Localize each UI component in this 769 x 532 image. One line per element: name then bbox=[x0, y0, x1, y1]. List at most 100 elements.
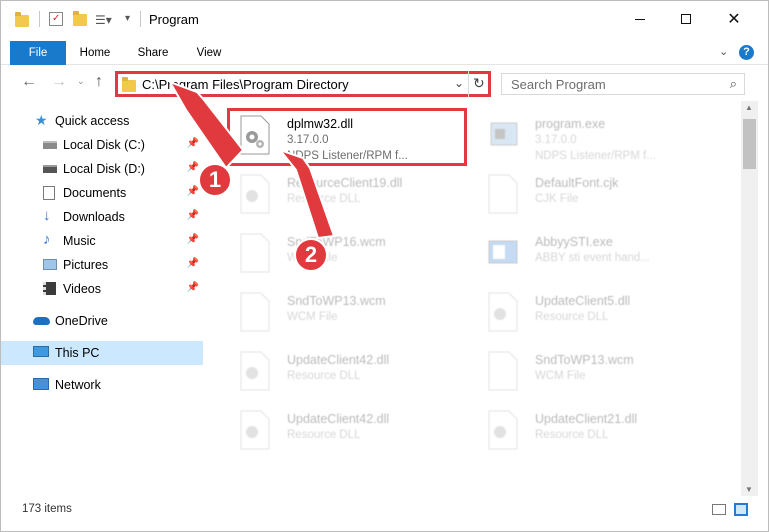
drive-icon bbox=[43, 141, 57, 149]
file-description: ABBY sti event hand... bbox=[535, 252, 650, 264]
download-icon: ↓ bbox=[43, 207, 51, 224]
file-version: 3.17.0.0 bbox=[535, 134, 577, 146]
file-item[interactable]: program.exe 3.17.0.0 NDPS Listener/RPM f… bbox=[477, 109, 717, 165]
minimize-button[interactable] bbox=[617, 1, 663, 37]
network-icon bbox=[33, 378, 49, 390]
tab-share[interactable]: Share bbox=[129, 41, 177, 65]
details-view-icon[interactable] bbox=[712, 504, 726, 515]
pin-icon[interactable]: 📌 bbox=[187, 162, 199, 173]
address-path[interactable]: C:\Program Files\Program Directory bbox=[142, 77, 349, 92]
scroll-thumb[interactable] bbox=[743, 119, 756, 169]
sidebar-item-videos[interactable]: Videos 📌 bbox=[1, 277, 203, 301]
file-name: UpdateClient21.dll bbox=[535, 412, 638, 426]
file-name: UpdateClient42.dll bbox=[287, 412, 390, 426]
address-dropdown-icon[interactable]: ⌄ bbox=[454, 76, 464, 90]
folder-icon bbox=[122, 77, 136, 92]
large-icons-view-icon[interactable] bbox=[734, 503, 748, 516]
maximize-icon bbox=[681, 14, 691, 24]
file-icon bbox=[240, 233, 270, 273]
file-description: NDPS Listener/RPM f... bbox=[535, 150, 656, 162]
sidebar-item-documents[interactable]: Documents 📌 bbox=[1, 181, 203, 205]
file-type: Resource DLL bbox=[287, 193, 361, 205]
tab-file[interactable]: File bbox=[10, 41, 66, 65]
file-item[interactable]: UpdateClient42.dll Resource DLL bbox=[229, 404, 469, 460]
sidebar-item-music[interactable]: ♪ Music 📌 bbox=[1, 229, 203, 253]
file-item[interactable]: SndToWP13.wcm WCM File bbox=[477, 345, 717, 401]
expand-ribbon-icon[interactable]: ⌄ bbox=[719, 45, 728, 58]
pin-icon[interactable]: 📌 bbox=[187, 258, 199, 269]
file-item[interactable]: ResourceClient19.dll Resource DLL bbox=[229, 168, 469, 224]
close-button[interactable]: ✕ bbox=[711, 1, 757, 37]
search-box[interactable]: Search Program ⌕ bbox=[501, 73, 745, 95]
properties-icon[interactable]: ✓ bbox=[49, 12, 63, 26]
file-type: CJK File bbox=[535, 193, 579, 205]
back-icon[interactable]: ← bbox=[21, 73, 37, 91]
navigation-pane: ★ Quick access Local Disk (C:) 📌 Local D… bbox=[1, 101, 211, 496]
pin-icon[interactable]: 📌 bbox=[187, 210, 199, 221]
scroll-down-icon[interactable]: ▼ bbox=[745, 485, 753, 494]
tab-view[interactable]: View bbox=[185, 41, 233, 65]
file-item[interactable]: DefaultFont.cjk CJK File bbox=[477, 168, 717, 224]
close-icon: ✕ bbox=[727, 11, 741, 28]
file-icon bbox=[488, 174, 518, 214]
file-type: WCM File bbox=[287, 311, 338, 323]
pin-icon[interactable]: 📌 bbox=[187, 234, 199, 245]
up-icon[interactable]: ↑ bbox=[95, 73, 103, 91]
sidebar-item-local-disk-d[interactable]: Local Disk (D:) 📌 bbox=[1, 157, 203, 181]
customize-qa-icon[interactable]: ▾ bbox=[125, 13, 130, 24]
sidebar-item-local-disk-c[interactable]: Local Disk (C:) 📌 bbox=[1, 133, 203, 157]
documents-icon bbox=[43, 186, 55, 200]
search-input[interactable]: Search Program bbox=[511, 77, 606, 92]
file-type: Resource DLL bbox=[287, 370, 361, 382]
file-item[interactable]: UpdateClient42.dll Resource DLL bbox=[229, 345, 469, 401]
folder-icon bbox=[15, 12, 29, 27]
minimize-icon bbox=[635, 18, 645, 20]
status-bar: 173 items bbox=[1, 499, 768, 521]
search-icon: ⌕ bbox=[729, 76, 737, 91]
file-type: WCM File bbox=[535, 370, 586, 382]
maximize-button[interactable] bbox=[663, 1, 709, 37]
vertical-scrollbar[interactable]: ▲ ▼ bbox=[741, 101, 758, 496]
file-item[interactable]: SndToWP16.wcm WCM File bbox=[229, 227, 469, 283]
pin-icon[interactable]: 📌 bbox=[187, 282, 199, 293]
sidebar-item-pictures[interactable]: Pictures 📌 bbox=[1, 253, 203, 277]
file-icon bbox=[488, 351, 518, 391]
step-marker-2: 2 bbox=[294, 238, 328, 272]
file-name: DefaultFont.cjk bbox=[535, 176, 619, 190]
view-options-icon[interactable]: ☰▾ bbox=[95, 13, 112, 27]
dll-gear-icon bbox=[488, 292, 518, 332]
explorer-window: ✓ ☰▾ ▾ Program ✕ File Home Share View ⌄ … bbox=[0, 0, 769, 532]
file-type: Resource DLL bbox=[535, 311, 609, 323]
divider bbox=[39, 11, 40, 27]
address-bar[interactable]: C:\Program Files\Program Directory ⌄ ↻ bbox=[115, 71, 491, 97]
file-type: Resource DLL bbox=[535, 429, 609, 441]
item-count: 173 items bbox=[22, 503, 72, 515]
help-icon[interactable]: ? bbox=[739, 45, 754, 60]
pin-icon[interactable]: 📌 bbox=[187, 186, 199, 197]
highlight-box bbox=[227, 108, 467, 166]
file-name: UpdateClient5.dll bbox=[535, 294, 631, 308]
recent-locations-icon[interactable]: ⌄ bbox=[77, 76, 85, 87]
refresh-icon[interactable]: ↻ bbox=[473, 75, 485, 92]
file-name: program.exe bbox=[535, 117, 606, 131]
file-item[interactable]: UpdateClient5.dll Resource DLL bbox=[477, 286, 717, 342]
file-name: AbbyySTI.exe bbox=[535, 235, 613, 249]
scroll-up-icon[interactable]: ▲ bbox=[745, 103, 753, 112]
new-folder-icon[interactable] bbox=[73, 11, 87, 26]
sidebar-item-quick-access[interactable]: ★ Quick access bbox=[1, 109, 203, 133]
sidebar-item-this-pc[interactable]: This PC bbox=[1, 341, 203, 365]
file-item[interactable]: SndToWP13.wcm WCM File bbox=[229, 286, 469, 342]
music-icon: ♪ bbox=[43, 231, 51, 248]
sidebar-item-onedrive[interactable]: OneDrive bbox=[1, 309, 203, 333]
sidebar-item-downloads[interactable]: ↓ Downloads 📌 bbox=[1, 205, 203, 229]
divider bbox=[140, 11, 141, 27]
cloud-icon bbox=[33, 317, 50, 325]
file-item[interactable]: UpdateClient21.dll Resource DLL bbox=[477, 404, 717, 460]
pin-icon[interactable]: 📌 bbox=[187, 138, 199, 149]
window-title: Program bbox=[149, 12, 199, 27]
pc-icon bbox=[33, 346, 49, 357]
forward-icon[interactable]: → bbox=[51, 73, 67, 91]
tab-home[interactable]: Home bbox=[71, 41, 119, 65]
file-item[interactable]: AbbyySTI.exe ABBY sti event hand... bbox=[477, 227, 717, 283]
sidebar-item-network[interactable]: Network bbox=[1, 373, 203, 397]
